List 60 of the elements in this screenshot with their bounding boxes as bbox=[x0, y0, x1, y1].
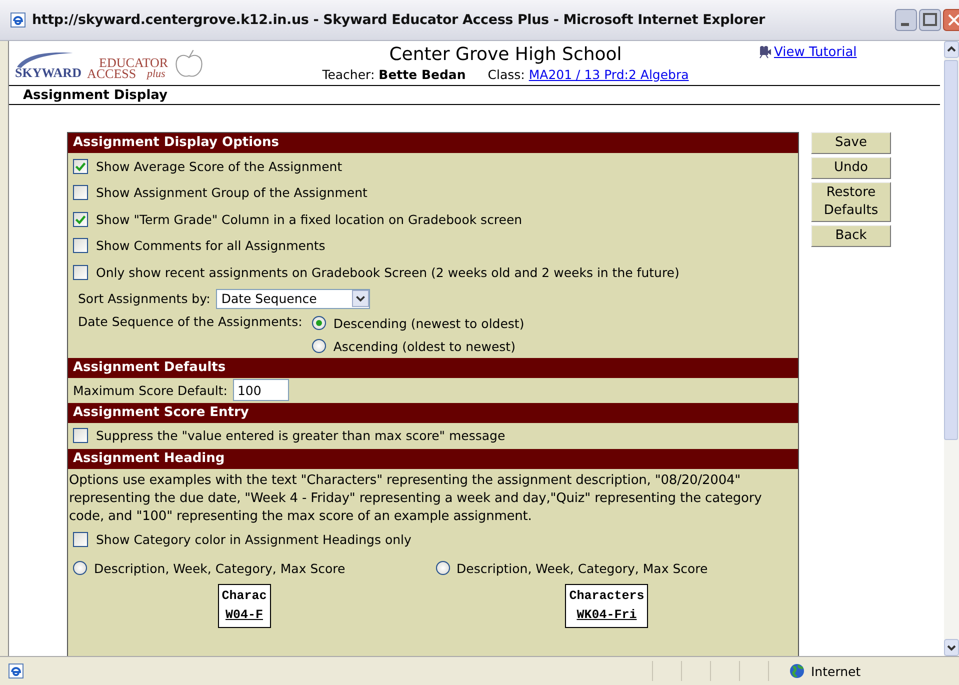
school-name: Center Grove High School bbox=[388, 45, 623, 65]
radio-label: Descending (newest to oldest) bbox=[333, 316, 524, 330]
section-header: Assignment Defaults bbox=[68, 358, 798, 378]
checkbox[interactable] bbox=[73, 264, 88, 280]
radio-label: Description, Week, Category, Max Score bbox=[456, 560, 708, 576]
page-icon bbox=[8, 663, 24, 679]
checkbox-label: Suppress the "value entered is greater than max score" message bbox=[96, 428, 506, 444]
checkbox[interactable] bbox=[73, 185, 88, 200]
checkbox[interactable] bbox=[73, 238, 88, 254]
checkbox[interactable] bbox=[73, 158, 88, 174]
sort-dropdown[interactable]: Date Sequence bbox=[216, 288, 370, 308]
radio-button[interactable] bbox=[73, 561, 87, 575]
action-button[interactable]: Back bbox=[811, 225, 891, 247]
heading-sample: Charac W04-F bbox=[218, 584, 271, 628]
camera-icon bbox=[758, 45, 772, 59]
radio-button[interactable] bbox=[312, 339, 326, 353]
logo-brand: SKYWARD bbox=[15, 65, 82, 81]
action-button[interactable]: Undo bbox=[811, 157, 891, 179]
action-button[interactable]: Save bbox=[811, 132, 891, 154]
class-link[interactable]: MA201 / 13 Prd:2 Algebra bbox=[528, 67, 689, 82]
checkbox-label: Show Assignment Group of the Assignment bbox=[96, 185, 368, 200]
heading-sample: Characters WK04-Fri bbox=[565, 584, 648, 628]
class-label: Class: bbox=[488, 67, 525, 82]
minimize-icon[interactable] bbox=[895, 9, 917, 31]
radio-button[interactable] bbox=[312, 316, 326, 330]
field-label: Sort Assignments by: bbox=[78, 291, 210, 306]
tutorial-link[interactable]: View Tutorial bbox=[774, 45, 857, 60]
browser-icon bbox=[10, 12, 26, 28]
teacher-name: Bette Bedan bbox=[378, 67, 466, 82]
window-title: http://skyward.centergrove.k12.in.us - Skyward Educator Access Plus - Microsoft Internet Explorer bbox=[32, 12, 766, 28]
logo-text: plus bbox=[147, 68, 166, 80]
maximize-icon[interactable] bbox=[919, 9, 941, 31]
checkbox-label: Only show recent assignments on Gradebook Screen (2 weeks old and 2 weeks in the future) bbox=[96, 264, 680, 280]
max-score-field[interactable]: 100 bbox=[233, 379, 290, 401]
field-label: Date Sequence of the Assignments: bbox=[78, 312, 302, 328]
scrollbar[interactable] bbox=[944, 41, 959, 656]
checkbox-label: Show Category color in Assignment Headings only bbox=[96, 532, 412, 547]
checkbox[interactable] bbox=[73, 212, 88, 227]
scroll-thumb[interactable] bbox=[944, 60, 958, 440]
radio-button[interactable] bbox=[436, 561, 450, 575]
page-title: Assignment Display bbox=[9, 85, 940, 105]
teacher-label: Teacher: bbox=[322, 67, 375, 82]
checkbox-label: Show Comments for all Assignments bbox=[96, 238, 326, 254]
close-icon[interactable] bbox=[943, 9, 959, 31]
section-header: Assignment Display Options bbox=[68, 133, 798, 153]
checkbox-label: Show Average Score of the Assignment bbox=[96, 158, 342, 174]
globe-icon bbox=[789, 663, 805, 679]
section-header: Assignment Heading bbox=[68, 449, 798, 469]
description-text: Options use examples with the text "Characters" representing the assignment description, "08/20/2004" representing the due date, "Week 4 - Friday" representing a week and day,"Quiz" representing the category code, and "100" representing the max score of an example assignment. bbox=[68, 472, 763, 526]
scroll-up-icon[interactable] bbox=[944, 41, 959, 58]
checkbox[interactable] bbox=[73, 428, 88, 444]
field-label: Maximum Score Default: bbox=[73, 382, 228, 398]
radio-label: Ascending (oldest to newest) bbox=[333, 338, 516, 354]
checkbox-label: Show "Term Grade" Column in a fixed location on Gradebook screen bbox=[96, 212, 522, 227]
radio-label: Description, Week, Category, Max Score bbox=[94, 560, 346, 576]
checkbox[interactable] bbox=[73, 532, 88, 547]
section-header: Assignment Score Entry bbox=[68, 402, 798, 422]
scroll-down-icon[interactable] bbox=[944, 639, 959, 656]
action-button[interactable]: Restore Defaults bbox=[811, 182, 891, 222]
zone-label: Internet bbox=[811, 664, 862, 678]
